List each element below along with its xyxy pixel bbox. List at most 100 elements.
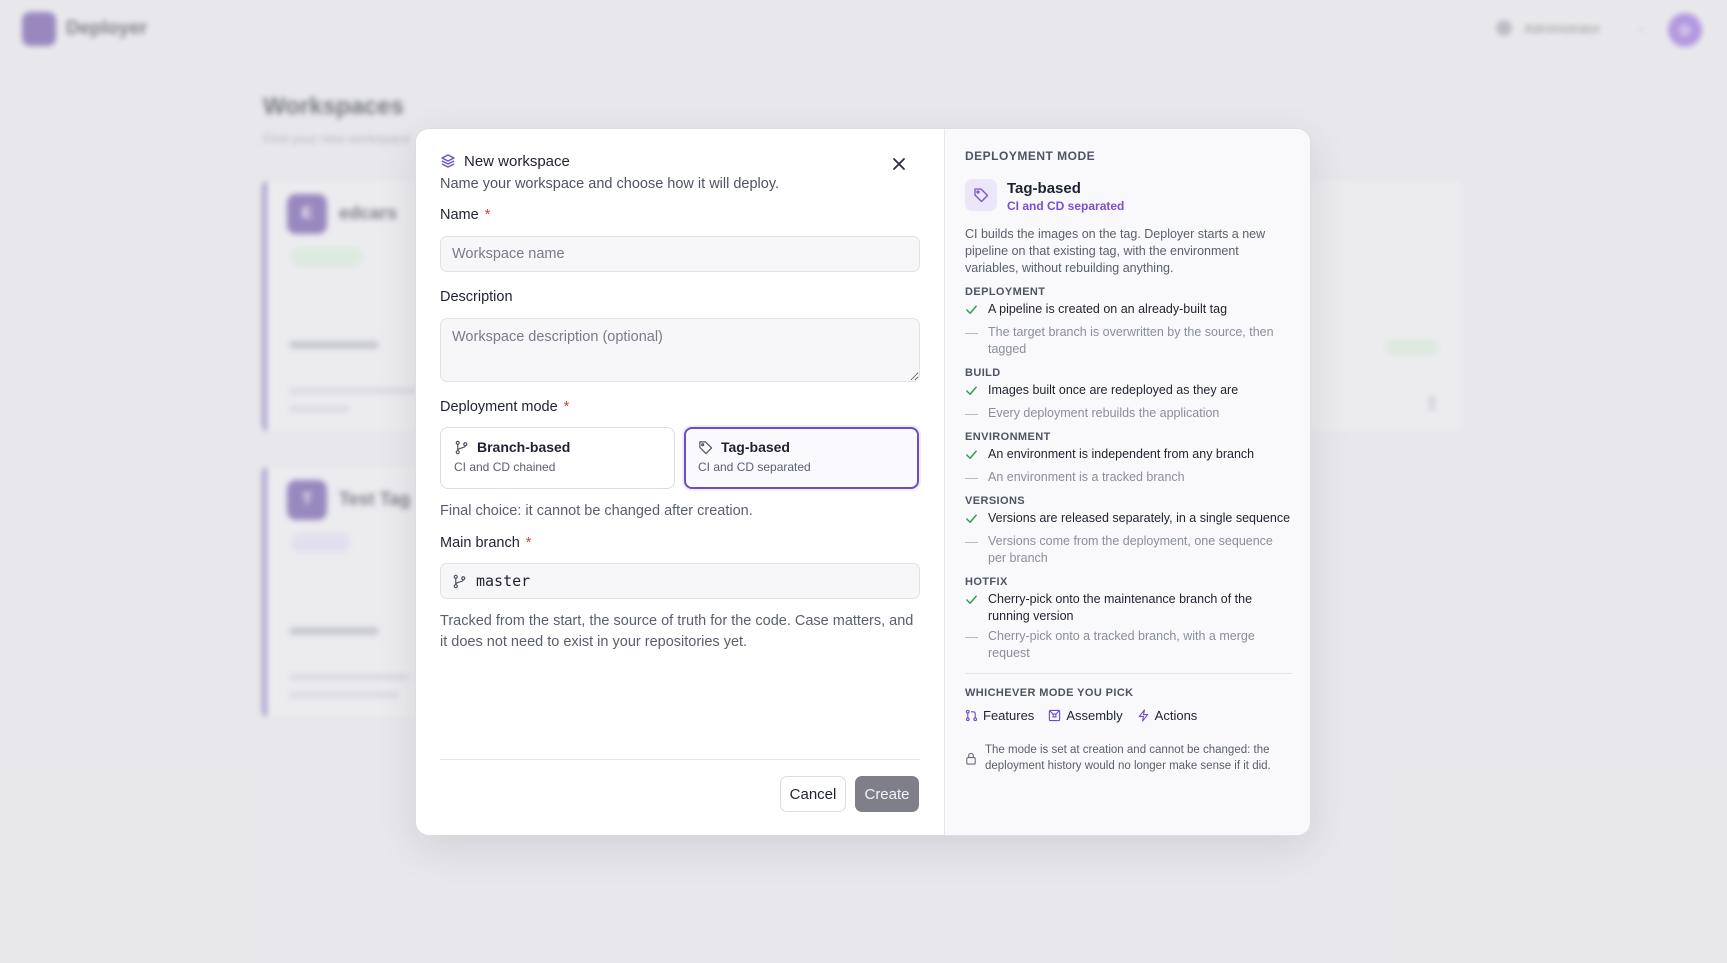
included-item: Images built once are redeployed as they… xyxy=(965,382,1292,402)
selected-mode-summary: Tag-based CI and CD separated xyxy=(965,179,1292,213)
comparison-section: DEPLOYMENT A pipeline is created on an a… xyxy=(965,286,1292,358)
description-input[interactable] xyxy=(440,318,920,382)
deployment-mode-label: Deployment mode * xyxy=(440,399,920,415)
common-feature-features: Features xyxy=(965,708,1034,723)
description-label: Description xyxy=(440,289,920,305)
common-feature-actions: Actions xyxy=(1137,708,1198,723)
check-icon xyxy=(965,301,980,321)
workspace-form: New workspace Name your workspace and ch… xyxy=(416,129,944,835)
comparison-sections: DEPLOYMENT A pipeline is created on an a… xyxy=(965,286,1292,662)
mode-option-header: Tag-based xyxy=(698,439,905,455)
check-icon xyxy=(965,510,980,530)
dash-icon: — xyxy=(965,534,978,549)
assembly-icon xyxy=(1048,709,1061,722)
item-text: Images built once are redeployed as they… xyxy=(988,383,1239,397)
close-icon xyxy=(893,158,905,170)
name-label-text: Name xyxy=(440,207,479,223)
mode-option-tag-based[interactable]: Tag-based CI and CD separated xyxy=(684,427,919,489)
lock-icon xyxy=(965,742,977,774)
dialog-title: New workspace xyxy=(464,152,570,170)
deployment-mode-info-panel: DEPLOYMENT MODE Tag-based CI and CD sepa… xyxy=(944,129,1310,835)
footer-divider xyxy=(440,759,920,760)
common-feature-label: Features xyxy=(983,708,1035,723)
layers-icon xyxy=(440,153,456,169)
name-input[interactable] xyxy=(440,236,920,272)
comparison-section: BUILD Images built once are redeployed a… xyxy=(965,367,1292,422)
comparison-section: ENVIRONMENT An environment is independen… xyxy=(965,431,1292,486)
pull-request-icon xyxy=(965,709,978,722)
section-title: BUILD xyxy=(965,367,1001,379)
item-text: Versions are released separately, in a s… xyxy=(988,511,1291,525)
required-marker: * xyxy=(484,207,491,223)
mode-option-subtitle: CI and CD chained xyxy=(454,460,556,474)
common-feature-assembly: Assembly xyxy=(1048,708,1123,723)
main-branch-input[interactable] xyxy=(476,572,896,590)
item-text: The target branch is overwritten by the … xyxy=(988,325,1274,356)
new-workspace-dialog: New workspace Name your workspace and ch… xyxy=(415,128,1311,836)
deployment-mode-label-text: Deployment mode xyxy=(440,399,558,415)
dialog-subtitle: Name your workspace and choose how it wi… xyxy=(440,176,780,192)
included-item: Cherry-pick onto the maintenance branch … xyxy=(965,591,1292,625)
main-branch-label: Main branch * xyxy=(440,535,920,551)
close-button[interactable] xyxy=(890,155,908,173)
section-title: VERSIONS xyxy=(965,495,1026,507)
included-item: Versions are released separately, in a s… xyxy=(965,510,1292,530)
included-item: A pipeline is created on an already-buil… xyxy=(965,301,1292,321)
check-icon xyxy=(965,382,980,402)
required-marker: * xyxy=(525,535,532,551)
git-branch-icon xyxy=(452,574,467,589)
required-marker: * xyxy=(563,399,570,415)
main-branch-hint: Tracked from the start, the source of tr… xyxy=(440,613,914,650)
excluded-item: — The target branch is overwritten by th… xyxy=(965,324,1292,358)
deployment-mode-options: Branch-based CI and CD chained Tag-based… xyxy=(440,427,920,489)
item-text: Versions come from the deployment, one s… xyxy=(988,534,1273,565)
common-feature-label: Actions xyxy=(1154,708,1198,723)
lock-note-text: The mode is set at creation and cannot b… xyxy=(985,744,1271,772)
main-branch-field xyxy=(440,563,920,599)
dash-icon: — xyxy=(965,629,978,644)
item-text: Cherry-pick onto a tracked branch, with … xyxy=(988,629,1255,660)
mode-option-title: Branch-based xyxy=(477,439,571,455)
common-features-heading: WHICHEVER MODE YOU PICK xyxy=(965,687,1134,699)
excluded-item: — Cherry-pick onto a tracked branch, wit… xyxy=(965,628,1292,662)
comparison-section: HOTFIX Cherry-pick onto the maintenance … xyxy=(965,576,1292,662)
check-icon xyxy=(965,591,980,625)
common-features-list: Features Assembly Actions xyxy=(965,708,1292,723)
create-button[interactable]: Create xyxy=(855,776,919,812)
excluded-item: — An environment is a tracked branch xyxy=(965,469,1292,486)
section-title: HOTFIX xyxy=(965,576,1008,588)
mode-lock-note: The mode is set at creation and cannot b… xyxy=(965,742,1292,774)
lightning-icon xyxy=(1137,709,1150,722)
mode-option-branch-based[interactable]: Branch-based CI and CD chained xyxy=(440,427,675,489)
dash-icon: — xyxy=(965,406,978,421)
info-panel-heading: DEPLOYMENT MODE xyxy=(965,149,1096,163)
item-text: A pipeline is created on an already-buil… xyxy=(988,302,1228,316)
tag-icon xyxy=(965,179,997,211)
name-label: Name * xyxy=(440,207,920,223)
common-feature-label: Assembly xyxy=(1066,708,1123,723)
cancel-button[interactable]: Cancel xyxy=(780,776,846,812)
git-branch-icon xyxy=(454,440,469,455)
item-text: Every deployment rebuilds the applicatio… xyxy=(988,406,1220,420)
deployment-mode-hint: Final choice: it cannot be changed after… xyxy=(440,503,753,519)
check-icon xyxy=(965,446,980,466)
item-text: An environment is independent from any b… xyxy=(988,447,1255,461)
mode-option-header: Branch-based xyxy=(454,439,661,455)
info-panel-divider xyxy=(965,673,1292,674)
selected-mode-subtitle: CI and CD separated xyxy=(1007,199,1125,213)
description-label-text: Description xyxy=(440,289,513,305)
section-title: DEPLOYMENT xyxy=(965,286,1046,298)
dash-icon: — xyxy=(965,470,978,485)
item-text: An environment is a tracked branch xyxy=(988,470,1185,484)
mode-option-subtitle: CI and CD separated xyxy=(698,460,811,474)
tag-icon xyxy=(698,440,713,455)
excluded-item: — Versions come from the deployment, one… xyxy=(965,533,1292,567)
section-title: ENVIRONMENT xyxy=(965,431,1051,443)
dialog-header: New workspace xyxy=(440,151,920,171)
selected-mode-title: Tag-based xyxy=(1007,180,1081,197)
main-branch-label-text: Main branch xyxy=(440,535,520,551)
selected-mode-description: CI builds the images on the tag. Deploye… xyxy=(965,227,1266,275)
comparison-section: VERSIONS Versions are released separatel… xyxy=(965,495,1292,567)
included-item: An environment is independent from any b… xyxy=(965,446,1292,466)
excluded-item: — Every deployment rebuilds the applicat… xyxy=(965,405,1292,422)
